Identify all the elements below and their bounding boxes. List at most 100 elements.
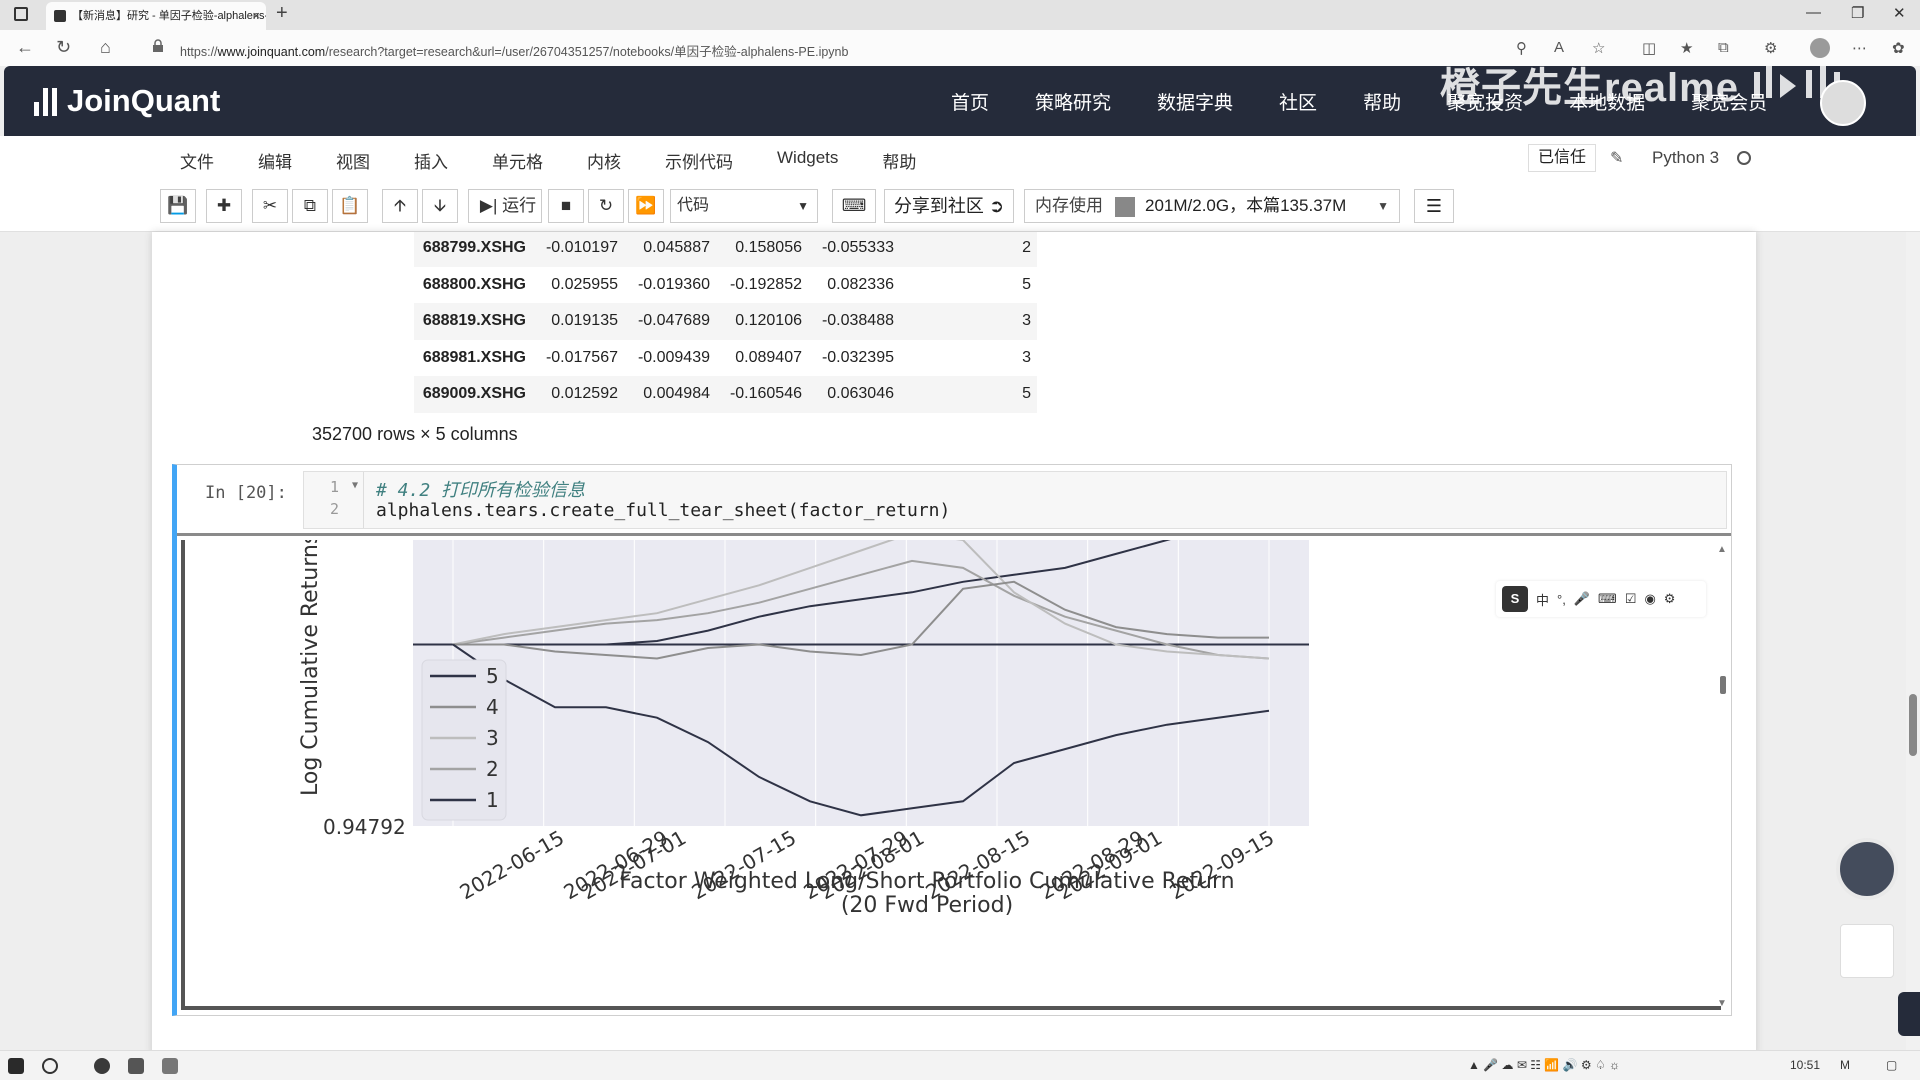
side-tab-icon[interactable]: [1898, 992, 1920, 1036]
restart-run-all-button[interactable]: ⏩: [628, 189, 664, 223]
interrupt-button[interactable]: ■: [548, 189, 584, 223]
cell-value: -0.047689: [624, 303, 716, 340]
legend-label: 2: [486, 757, 499, 781]
new-tab-icon[interactable]: +: [276, 2, 288, 25]
outline-icon[interactable]: [1840, 924, 1894, 978]
page-scrollbar[interactable]: [1906, 232, 1920, 1057]
notification-icon[interactable]: ▢: [1886, 1058, 1897, 1072]
output-scroll-area[interactable]: Log Cumulative Returns 0.94792 5 4 3 2 1 2022-0…: [181, 540, 1727, 1010]
clock[interactable]: 10:51: [1790, 1058, 1820, 1072]
collections-icon[interactable]: ⧉: [1718, 39, 1729, 56]
menu-insert[interactable]: 插入: [414, 148, 448, 173]
code-cell[interactable]: In [20]: 1 ▼ 2 # 4.2 打印所有检验信息 alphalens.…: [172, 464, 1732, 1016]
cell-value: -0.160546: [716, 376, 808, 413]
minimize-icon[interactable]: —: [1806, 4, 1821, 21]
arrow-up-icon: 🡩: [393, 196, 407, 215]
tab-close-icon[interactable]: ×: [252, 2, 260, 30]
read-aloud-icon[interactable]: A: [1554, 39, 1564, 56]
sogou-ime-icon: S: [1502, 586, 1528, 612]
kernel-status-icon: [1737, 151, 1751, 165]
save-button[interactable]: 💾: [160, 189, 196, 223]
paste-button[interactable]: 📋: [332, 189, 368, 223]
back-arrow-icon[interactable]: ←: [16, 37, 34, 58]
windows-start-icon[interactable]: [8, 1058, 24, 1074]
punctuation-icon[interactable]: °,: [1557, 592, 1566, 607]
cut-button[interactable]: ✂: [252, 189, 288, 223]
menu-sample-code[interactable]: 示例代码: [665, 148, 733, 173]
reload-icon[interactable]: ↻: [56, 37, 71, 58]
cell-value: -0.038488: [808, 303, 900, 340]
save-icon: 💾: [167, 196, 189, 215]
menu-widgets[interactable]: Widgets: [777, 148, 838, 173]
restore-icon[interactable]: ❐: [1851, 4, 1864, 22]
share-community-button[interactable]: 分享到社区 ➲: [884, 189, 1014, 223]
microphone-icon[interactable]: 🎤: [1574, 591, 1590, 607]
customer-service-icon[interactable]: [1836, 838, 1898, 900]
nav-community[interactable]: 社区: [1279, 88, 1317, 115]
scroll-down-arrow-icon[interactable]: ▼: [1717, 998, 1727, 1009]
fold-arrow-icon[interactable]: ▼: [352, 480, 358, 491]
ime-toolbar[interactable]: S 中 °, 🎤 ⌨ ☑ ◉ ⚙: [1496, 581, 1706, 617]
close-window-icon[interactable]: ✕: [1893, 4, 1906, 22]
home-icon[interactable]: ⌂: [100, 37, 111, 58]
cell-value: -0.055333: [808, 232, 900, 267]
nav-home[interactable]: 首页: [951, 88, 989, 115]
table-row: 688799.XSHG -0.010197 0.045887 0.158056 …: [414, 232, 1037, 267]
cell-value: 3: [900, 303, 1037, 340]
memory-usage[interactable]: 内存使用 201M/2.0G，本篇135.37M ▼: [1024, 189, 1400, 223]
row-index: 689009.XSHG: [414, 376, 532, 413]
code-line: alphalens.tears.create_full_tear_sheet(f…: [376, 500, 951, 521]
run-label: 运行: [502, 196, 537, 215]
cell-value: -0.010197: [532, 232, 624, 267]
more-menu-icon[interactable]: ⋯: [1852, 39, 1867, 57]
vscode-icon[interactable]: [128, 1058, 144, 1074]
nav-data-dictionary[interactable]: 数据字典: [1157, 88, 1233, 115]
menu-cell[interactable]: 单元格: [492, 148, 543, 173]
copilot-icon[interactable]: ✿: [1892, 39, 1905, 57]
browser-tab-title: 【新消息】研究 - 单因子检验-alphalens-PE: [72, 10, 266, 22]
tray-icons[interactable]: ▲ 🎤 ☁ ✉ ☷ 📶 🔊 ⚙ ♤ ☼: [1468, 1058, 1620, 1072]
edge-browser-icon[interactable]: [94, 1058, 110, 1074]
search-icon[interactable]: [42, 1058, 58, 1074]
skin-icon[interactable]: ☑: [1625, 591, 1637, 607]
os-taskbar: ▲ 🎤 ☁ ✉ ☷ 📶 🔊 ⚙ ♤ ☼ 10:51 M ▢: [0, 1050, 1920, 1080]
menu-kernel[interactable]: 内核: [587, 148, 621, 173]
cell-type-select[interactable]: 代码 ▼: [670, 189, 818, 223]
browser-tab-active[interactable]: 【新消息】研究 - 单因子检验-alphalens-PE ×: [46, 2, 266, 30]
ime-mode[interactable]: 中: [1536, 590, 1549, 609]
browser-profile-avatar[interactable]: [1810, 38, 1830, 58]
site-logo[interactable]: JoinQuant: [34, 82, 220, 120]
toolbox-icon[interactable]: ◉: [1644, 591, 1655, 607]
code-editor[interactable]: 1 ▼ 2 # 4.2 打印所有检验信息 alphalens.tears.cre…: [303, 471, 1727, 529]
restart-button[interactable]: ↻: [588, 189, 624, 223]
app-icon[interactable]: [162, 1058, 178, 1074]
nav-help[interactable]: 帮助: [1363, 88, 1401, 115]
copy-button[interactable]: ⧉: [292, 189, 328, 223]
trusted-badge[interactable]: 已信任: [1528, 144, 1597, 172]
menu-file[interactable]: 文件: [180, 148, 214, 173]
menu-help[interactable]: 帮助: [882, 148, 916, 173]
ime-indicator-icon[interactable]: M: [1840, 1058, 1850, 1072]
settings-icon[interactable]: ⚙: [1664, 591, 1676, 607]
move-up-button[interactable]: 🡩: [382, 189, 418, 223]
toc-list-button[interactable]: ☰: [1414, 189, 1454, 223]
menu-edit[interactable]: 编辑: [258, 148, 292, 173]
scroll-up-arrow-icon[interactable]: ▲: [1717, 544, 1727, 555]
edit-pencil-icon[interactable]: ✎: [1610, 148, 1623, 168]
output-scroll-thumb[interactable]: [1720, 676, 1726, 694]
extensions-icon[interactable]: ⚙: [1764, 39, 1777, 57]
keyboard-shortcuts-button[interactable]: ⌨: [832, 189, 876, 223]
move-down-button[interactable]: 🡫: [422, 189, 458, 223]
user-avatar[interactable]: [1820, 80, 1866, 126]
menu-view[interactable]: 视图: [336, 148, 370, 173]
insert-cell-button[interactable]: ✚: [206, 189, 242, 223]
cumulative-return-chart: Log Cumulative Returns0.94792 5 4 3 2 1 2022-0…: [298, 540, 1309, 918]
nav-strategy-research[interactable]: 策略研究: [1035, 88, 1111, 115]
kernel-name: Python 3: [1652, 148, 1720, 167]
run-button[interactable]: ▶| 运行: [468, 189, 542, 223]
keyboard-icon[interactable]: ⌨: [1598, 591, 1617, 607]
page-scroll-thumb[interactable]: [1909, 694, 1917, 756]
browser-sidebar-icon[interactable]: [14, 7, 28, 21]
line-number: 2: [330, 500, 340, 518]
url-field[interactable]: https://www.joinquant.com/research?targe…: [180, 41, 848, 60]
